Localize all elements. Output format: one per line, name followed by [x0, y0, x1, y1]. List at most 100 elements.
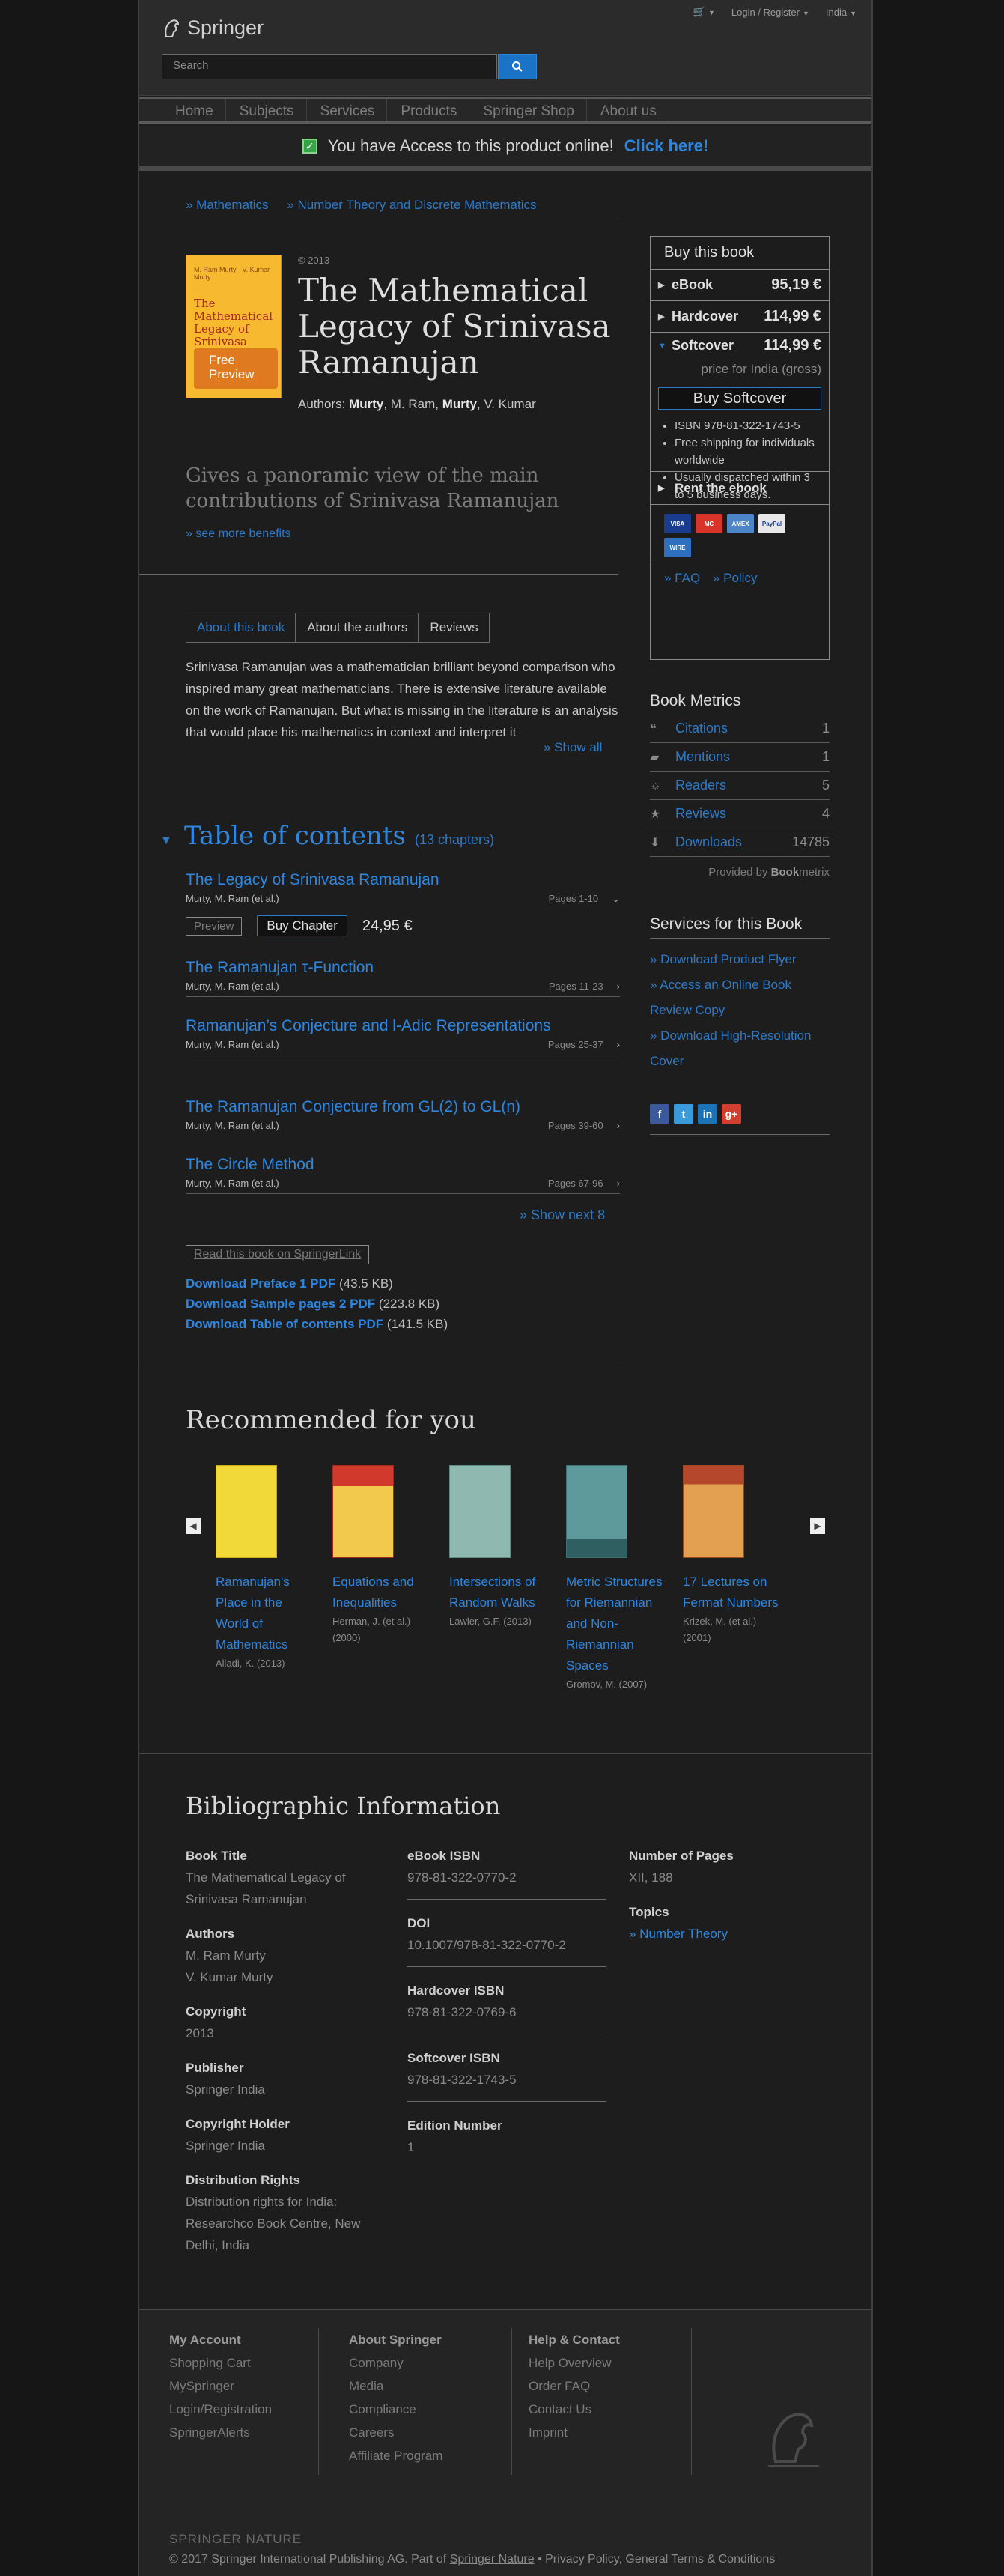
cover-download-link[interactable]: » Download High-Resolution Cover [650, 1028, 811, 1068]
tab-about-book[interactable]: About this book [186, 613, 296, 643]
nav-home[interactable]: Home [162, 99, 226, 121]
recommended-item[interactable]: 17 Lectures on Fermat Numbers Krizek, M.… [683, 1465, 780, 1646]
nav-springer-shop[interactable]: Springer Shop [469, 99, 587, 121]
metric-readers[interactable]: ☼ Readers 5 [650, 772, 830, 800]
springer-nature-link[interactable]: Springer Nature [450, 2553, 535, 2566]
policy-link[interactable]: » Policy [713, 571, 758, 585]
book-thumbnail[interactable] [216, 1465, 277, 1558]
chapter-title[interactable]: The Ramanujan τ-Function [186, 957, 620, 979]
book-thumbnail[interactable] [449, 1465, 511, 1558]
footer-link[interactable]: Imprint [529, 2421, 675, 2444]
search-input[interactable]: Search [162, 54, 497, 79]
recommended-author: Gromov, M. (2007) [566, 1679, 648, 1690]
metric-citations[interactable]: ❝ Citations 1 [650, 715, 830, 743]
book-cover[interactable]: M. Ram Murty · V. Kumar Murty The Mathem… [186, 255, 282, 398]
book-thumbnail[interactable] [332, 1465, 394, 1558]
buy-softcover-button[interactable]: Buy Softcover [658, 387, 821, 410]
chapter-title[interactable]: The Circle Method [186, 1154, 620, 1176]
recommended-item[interactable]: Equations and Inequalities Herman, J. (e… [332, 1465, 430, 1646]
metric-reviews[interactable]: ★ Reviews 4 [650, 800, 830, 828]
format-ebook[interactable]: ▶ eBook 95,19 € [651, 270, 829, 301]
nav-about-us[interactable]: About us [587, 99, 669, 121]
footer-link[interactable]: SpringerAlerts [169, 2421, 302, 2444]
book-thumbnail[interactable] [683, 1465, 744, 1558]
recommended-title-link[interactable]: 17 Lectures on Fermat Numbers [683, 1572, 780, 1613]
author-link[interactable]: Murty [349, 397, 383, 411]
metrics-title: Book Metrics [650, 692, 741, 709]
recommended-title-link[interactable]: Equations and Inequalities [332, 1572, 430, 1613]
metric-mentions[interactable]: ▰ Mentions 1 [650, 743, 830, 772]
chapter-title[interactable]: Ramanujan’s Conjecture and l-Adic Repres… [186, 1015, 620, 1037]
carousel-prev-button[interactable]: ◀ [186, 1518, 201, 1534]
download-preface: Download Preface 1 PDF (43.5 KB) [186, 1276, 393, 1291]
recommended-item[interactable]: Metric Structures for Riemannian and Non… [566, 1465, 663, 1693]
book-thumbnail[interactable] [566, 1465, 627, 1558]
chevron-right-icon[interactable]: › [617, 1039, 620, 1050]
facebook-icon[interactable]: f [650, 1104, 669, 1124]
review-copy-link[interactable]: » Access an Online Book Review Copy [650, 978, 791, 1017]
download-link[interactable]: Download Preface 1 PDF [186, 1276, 335, 1291]
chevron-right-icon[interactable]: › [617, 1120, 620, 1131]
footer-link[interactable]: Compliance [349, 2398, 495, 2421]
recommended-title-link[interactable]: Ramanujan's Place in the World of Mathem… [216, 1572, 313, 1655]
region-selector[interactable]: India ▼ [826, 7, 857, 18]
show-all-link[interactable]: » Show all [544, 740, 602, 755]
nav-products[interactable]: Products [387, 99, 470, 121]
twitter-icon[interactable]: t [674, 1104, 693, 1124]
see-more-benefits-link[interactable]: » see more benefits [186, 527, 291, 541]
footer-link[interactable]: Affiliate Program [349, 2444, 495, 2467]
breadcrumb-number-theory[interactable]: » Number Theory and Discrete Mathematics [287, 198, 536, 212]
springer-logo[interactable]: Springer [162, 16, 264, 40]
cart-icon[interactable]: 🛒 ▼ [693, 6, 715, 18]
footer-link[interactable]: Contact Us [529, 2398, 675, 2421]
social-share: f t in g+ [650, 1104, 830, 1135]
chapter-title[interactable]: The Ramanujan Conjecture from GL(2) to G… [186, 1096, 620, 1118]
recommended-title-link[interactable]: Metric Structures for Riemannian and Non… [566, 1572, 663, 1676]
tab-about-authors[interactable]: About the authors [296, 613, 419, 643]
recommended-item[interactable]: Ramanujan's Place in the World of Mathem… [216, 1465, 313, 1672]
nav-subjects[interactable]: Subjects [226, 99, 307, 121]
footer-link[interactable]: Help Overview [529, 2351, 675, 2375]
footer-link[interactable]: Careers [349, 2421, 495, 2444]
footer-link[interactable]: Shopping Cart [169, 2351, 302, 2375]
softcover-row[interactable]: ▼ Softcover 114,99 € [658, 337, 821, 354]
footer-link[interactable]: Company [349, 2351, 495, 2375]
googleplus-icon[interactable]: g+ [722, 1104, 741, 1124]
footer-link[interactable]: Login/Registration [169, 2398, 302, 2421]
download-link[interactable]: Download Sample pages 2 PDF [186, 1297, 375, 1311]
quote-icon: ❝ [650, 722, 657, 736]
chevron-down-icon[interactable]: ⌄ [612, 893, 620, 904]
tab-reviews[interactable]: Reviews [419, 613, 490, 643]
recommended-author: Herman, J. (et al.) (2000) [332, 1616, 411, 1643]
recommended-title-link[interactable]: Intersections of Random Walks [449, 1572, 547, 1613]
chevron-right-icon[interactable]: › [617, 981, 620, 992]
metric-downloads[interactable]: ⬇ Downloads 14785 [650, 828, 830, 857]
search-button[interactable] [498, 54, 537, 79]
author-link[interactable]: Murty [442, 397, 477, 411]
breadcrumb-mathematics[interactable]: » Mathematics [186, 198, 269, 212]
footer-link[interactable]: Order FAQ [529, 2375, 675, 2398]
carousel-next-button[interactable]: ▶ [810, 1518, 825, 1534]
product-flyer-link[interactable]: » Download Product Flyer [650, 952, 797, 966]
chevron-right-icon[interactable]: › [617, 1178, 620, 1189]
linkedin-icon[interactable]: in [698, 1104, 717, 1124]
read-on-springerlink-button[interactable]: Read this book on SpringerLink [186, 1245, 370, 1264]
show-next-link[interactable]: » Show next 8 [520, 1207, 605, 1223]
login-link[interactable]: Login / Register ▼ [731, 7, 809, 18]
footer-link[interactable]: MySpringer [169, 2375, 302, 2398]
access-link[interactable]: Click here! [624, 136, 709, 156]
download-link[interactable]: Download Table of contents PDF [186, 1317, 383, 1331]
chapter-title[interactable]: The Legacy of Srinivasa Ramanujan [186, 869, 620, 891]
footer-link[interactable]: Media [349, 2375, 495, 2398]
faq-link[interactable]: » FAQ [664, 571, 700, 585]
format-hardcover[interactable]: ▶ Hardcover 114,99 € [651, 301, 829, 333]
bib-field-distribution-rights: Distribution Rights Distribution rights f… [186, 2173, 361, 2252]
preview-button[interactable]: Preview [186, 916, 243, 936]
free-preview-button[interactable]: Free Preview [194, 348, 278, 389]
springer-nature-logo[interactable]: SPRINGER NATURE [169, 2532, 302, 2547]
toc-header[interactable]: ▼ Table of contents (13 chapters) [160, 821, 494, 851]
nav-services[interactable]: Services [307, 99, 388, 121]
recommended-item[interactable]: Intersections of Random Walks Lawler, G.… [449, 1465, 547, 1630]
topic-link[interactable]: » Number Theory [629, 1923, 824, 1945]
buy-chapter-button[interactable]: Buy Chapter [257, 915, 347, 936]
